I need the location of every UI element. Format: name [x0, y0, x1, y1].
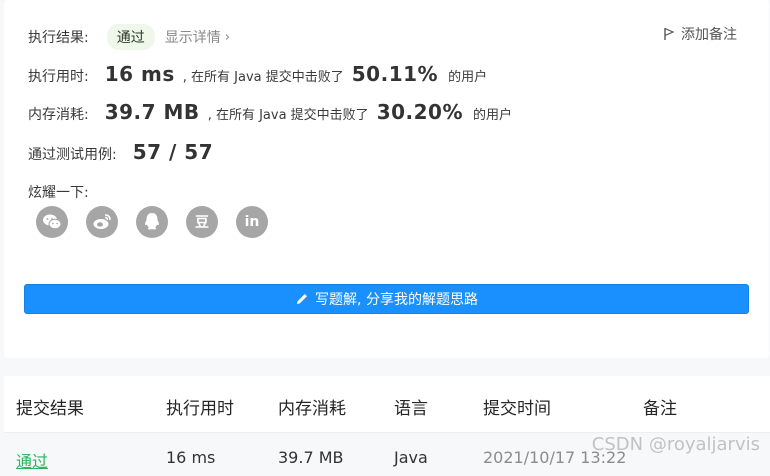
row-language: Java — [394, 448, 428, 467]
submission-table: 提交结果 执行用时 内存消耗 语言 提交时间 备注 通过 16 ms 39.7 … — [4, 376, 770, 476]
flag-icon — [664, 27, 675, 40]
watermark: CSDN @royaljarvis — [591, 434, 760, 455]
linkedin-glyph: in — [244, 214, 260, 230]
write-solution-label: 写题解, 分享我的解题思路 — [315, 292, 478, 308]
linkedin-icon[interactable]: in — [236, 206, 268, 238]
memory-value: 39.7 MB — [104, 100, 200, 124]
result-card: 执行结果: 通过 显示详情 › 添加备注 执行用时: 16 ms , 在所有 J… — [4, 0, 769, 358]
qq-glyph — [145, 213, 159, 230]
memory-suffix: 的用户 — [473, 108, 513, 123]
memory-row: 内存消耗: 39.7 MB , 在所有 Java 提交中击败了 30.20% 的… — [28, 100, 512, 124]
show-details-link[interactable]: 显示详情 › — [165, 27, 230, 47]
qq-icon[interactable] — [136, 206, 168, 238]
col-header-memory: 内存消耗 — [278, 399, 346, 419]
weibo-glyph — [93, 214, 111, 229]
share-label-row: 炫耀一下: — [28, 182, 89, 202]
tests-label: 通过测试用例: — [28, 147, 117, 163]
chevron-right-icon: › — [224, 29, 230, 45]
pencil-icon — [297, 294, 308, 304]
weibo-icon[interactable] — [86, 206, 118, 238]
runtime-row: 执行用时: 16 ms , 在所有 Java 提交中击败了 50.11% 的用户 — [28, 62, 487, 86]
share-buttons: 豆 in — [36, 206, 268, 238]
col-header-time: 提交时间 — [483, 399, 551, 419]
add-note-label: 添加备注 — [681, 27, 737, 43]
memory-label: 内存消耗: — [28, 107, 89, 123]
wechat-icon[interactable] — [36, 206, 68, 238]
row-runtime: 16 ms — [166, 448, 216, 467]
result-label: 执行结果: — [28, 30, 89, 46]
col-header-runtime: 执行用时 — [166, 399, 234, 419]
result-row: 执行结果: 通过 显示详情 › — [28, 24, 230, 50]
runtime-value: 16 ms — [104, 62, 175, 86]
share-label: 炫耀一下: — [28, 185, 89, 201]
table-header: 提交结果 执行用时 内存消耗 语言 提交时间 备注 — [4, 376, 770, 432]
tests-value: 57 / 57 — [132, 140, 214, 164]
col-header-notes: 备注 — [643, 399, 677, 419]
status-badge: 通过 — [106, 24, 155, 50]
wechat-glyph — [43, 214, 62, 230]
tests-row: 通过测试用例: 57 / 57 — [28, 140, 213, 164]
show-details-label: 显示详情 — [164, 30, 221, 46]
add-note-button[interactable]: 添加备注 — [663, 24, 737, 44]
runtime-label: 执行用时: — [28, 69, 89, 85]
runtime-suffix: 的用户 — [448, 70, 488, 85]
runtime-beat-text: , 在所有 Java 提交中击败了 — [182, 70, 344, 85]
douban-glyph: 豆 — [195, 215, 209, 231]
memory-beat-text: , 在所有 Java 提交中击败了 — [207, 108, 369, 123]
col-header-status: 提交结果 — [16, 399, 84, 419]
col-header-language: 语言 — [394, 399, 428, 419]
row-memory: 39.7 MB — [278, 448, 344, 467]
write-solution-button[interactable]: 写题解, 分享我的解题思路 — [24, 284, 749, 314]
row-status-link[interactable]: 通过 — [16, 448, 48, 472]
douban-icon[interactable]: 豆 — [186, 206, 218, 238]
memory-percent: 30.20% — [376, 100, 463, 124]
runtime-percent: 50.11% — [351, 62, 439, 86]
